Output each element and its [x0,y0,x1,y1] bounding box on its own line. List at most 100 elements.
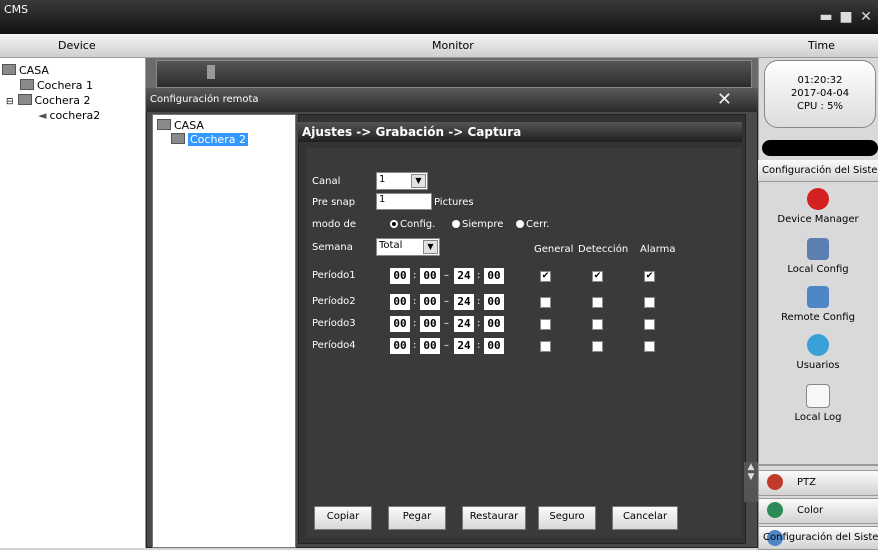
general-checkbox[interactable] [540,297,551,308]
deteccion-checkbox[interactable] [592,297,603,308]
end-hour[interactable]: 24 [454,294,474,310]
col-general: General [534,244,574,255]
ptz-icon [767,474,783,490]
dialog-close-icon[interactable]: ✕ [717,89,732,110]
remote-config-icon [807,286,829,308]
seguro-button[interactable]: Seguro [538,506,596,530]
log-icon [806,384,830,408]
computer-icon [157,119,171,130]
mode-cerr-radio[interactable]: Cerr. [516,219,549,230]
general-checkbox[interactable]: ✔ [540,271,551,282]
end-minute[interactable]: 00 [484,268,504,284]
local-config-button[interactable]: Local Config [758,238,878,275]
alarma-checkbox[interactable] [644,297,655,308]
end-minute[interactable]: 00 [484,316,504,332]
start-minute[interactable]: 00 [420,338,440,354]
start-minute[interactable]: 00 [420,294,440,310]
local-log-button[interactable]: Local Log [758,384,878,423]
dialog-title-bar: Configuración remota ✕ [146,88,758,112]
restaurar-button[interactable]: Restaurar [462,506,526,530]
dvr-icon [17,94,32,105]
radio-selected-icon [390,220,398,228]
semana-select[interactable]: Total ▼ [376,238,440,256]
system-config-header[interactable]: Configuración del Sistema [758,160,878,182]
deteccion-checkbox[interactable] [592,319,603,330]
device-header: Device [58,39,96,52]
dialog-tree-cochera2[interactable]: Cochera 2 [171,133,248,146]
minimize-icon[interactable]: ▬ [818,10,834,24]
dialog-title: Configuración remota [150,94,259,105]
deteccion-checkbox[interactable] [592,341,603,352]
device-manager-button[interactable]: Device Manager [758,188,878,225]
dialog-device-tree: CASA Cochera 2 [152,114,296,548]
clock-widget: 01:20:32 2017-04-04 CPU : 5% [764,60,876,128]
tree-node-cochera1[interactable]: Cochera 1 [20,79,93,92]
end-hour[interactable]: 24 [454,268,474,284]
clock-date: 2017-04-04 [790,88,850,99]
cpu-usage: CPU : 5% [797,101,843,112]
radio-icon [516,220,524,228]
start-hour[interactable]: 00 [390,338,410,354]
col-deteccion: Detección [578,244,629,255]
canal-select[interactable]: 1 ▼ [376,172,428,190]
mode-siempre-radio[interactable]: Siempre [452,219,503,230]
dialog-tree-casa[interactable]: CASA [157,119,204,132]
ptz-button[interactable]: PTZ [758,470,878,496]
tree-node-casa[interactable]: CASA [2,64,49,77]
camera-glyph [207,65,215,79]
copiar-button[interactable]: Copiar [314,506,372,530]
presnap-unit: Pictures [434,197,474,208]
alarma-checkbox[interactable] [644,341,655,352]
start-hour[interactable]: 00 [390,268,410,284]
start-hour[interactable]: 00 [390,294,410,310]
start-hour[interactable]: 00 [390,316,410,332]
monitor-header: Monitor [432,39,474,52]
end-hour[interactable]: 24 [454,316,474,332]
end-hour[interactable]: 24 [454,338,474,354]
alarma-checkbox[interactable]: ✔ [644,271,655,282]
remote-config-button[interactable]: Remote Config [758,286,878,323]
app-title: CMS [4,3,29,16]
general-checkbox[interactable] [540,341,551,352]
users-button[interactable]: Usuarios [758,334,878,371]
period-label: Período3 [312,318,356,329]
clock-time: 01:20:32 [797,75,843,86]
period-label: Período2 [312,296,356,307]
config-form [306,148,742,538]
chevron-down-icon: ▼ [411,174,426,188]
start-minute[interactable]: 00 [420,316,440,332]
general-checkbox[interactable] [540,319,551,330]
video-preview: AM [156,60,755,101]
users-icon [807,334,829,356]
time-header: Time [808,39,835,52]
tree-node-cochera2[interactable]: ⊟ Cochera 2 [6,94,91,107]
col-alarma: Alarma [640,244,676,255]
tree-node-camera[interactable]: ◄ cochera2 [38,109,100,122]
scroll-arrows[interactable]: ▲ ▼ [744,462,758,502]
period-label: Período4 [312,340,356,351]
modo-label: modo de [312,219,357,230]
sysconfig-button[interactable]: Configuración del Sistema [758,526,878,550]
title-bar: CMS ▬ ■ ✕ [0,0,878,34]
deteccion-checkbox[interactable]: ✔ [592,271,603,282]
pegar-button[interactable]: Pegar [388,506,446,530]
color-button[interactable]: Color [758,498,878,524]
presnap-input[interactable]: 1 [376,193,432,210]
chevron-down-icon: ▼ [423,240,438,254]
presnap-label: Pre snap [312,197,356,208]
expand-icon[interactable]: ⊟ [6,97,14,107]
radio-icon [452,220,460,228]
semana-label: Semana [312,242,353,253]
status-bar [762,140,878,156]
computer-icon [2,64,16,75]
start-minute[interactable]: 00 [420,268,440,284]
device-manager-icon [807,188,829,210]
cancelar-button[interactable]: Cancelar [612,506,678,530]
device-tree: CASA Cochera 1 ⊟ Cochera 2 ◄ cochera2 [0,58,146,548]
end-minute[interactable]: 00 [484,338,504,354]
alarma-checkbox[interactable] [644,319,655,330]
maximize-icon[interactable]: ■ [838,10,854,24]
mode-config-radio[interactable]: Config. [390,219,435,230]
close-icon[interactable]: ✕ [858,10,874,24]
end-minute[interactable]: 00 [484,294,504,310]
